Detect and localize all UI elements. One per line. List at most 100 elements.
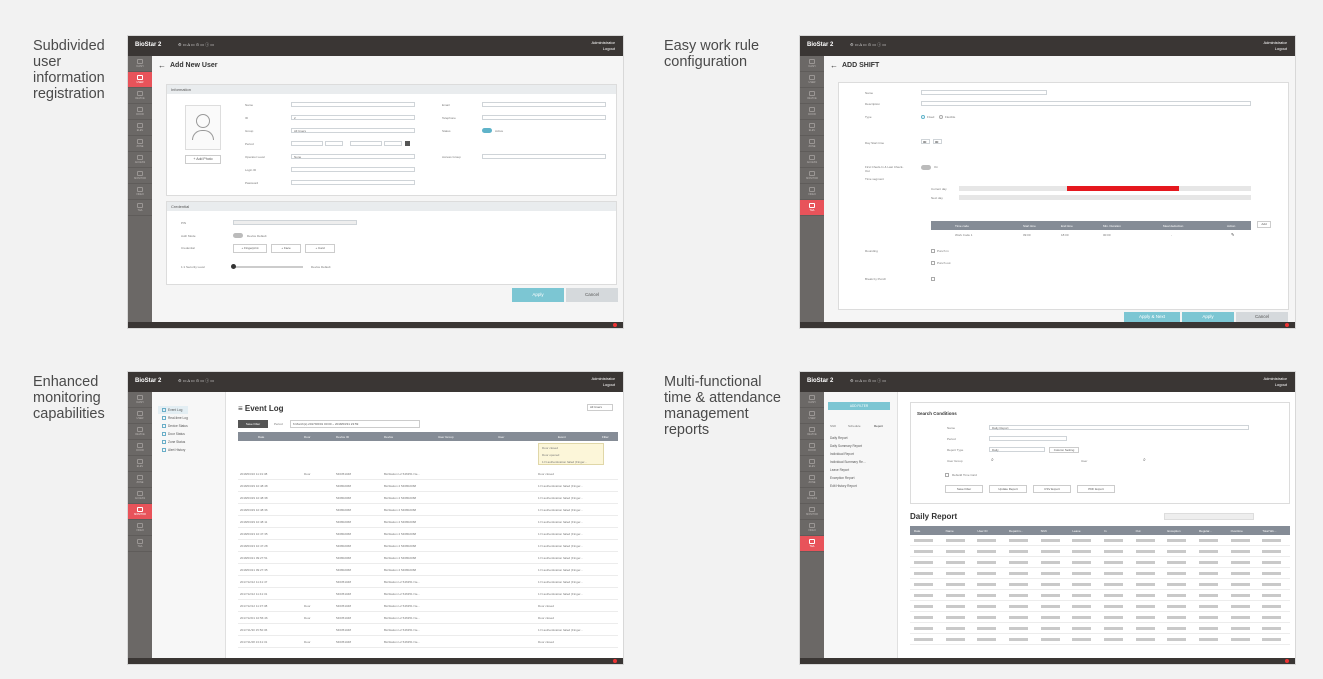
sidebar-item-monitoring[interactable]: MONITOR bbox=[128, 168, 152, 184]
report-item-exception[interactable]: Exception Report bbox=[826, 474, 866, 482]
shift-segment-bar[interactable] bbox=[1067, 186, 1179, 191]
add-segment-button[interactable]: Add bbox=[1257, 221, 1271, 228]
period-end-date[interactable] bbox=[350, 141, 382, 146]
sidebar-item-ta[interactable]: T&A bbox=[800, 200, 824, 216]
table-row[interactable]: 2018/03/29 10:48:36 546802068 BioStation 2… bbox=[238, 504, 618, 516]
group-select[interactable]: All Users bbox=[291, 128, 415, 133]
sidebar-item-user[interactable]: USER bbox=[800, 408, 824, 424]
table-row[interactable]: 2018/03/29 10:48:48 546802068 BioStation 2… bbox=[238, 480, 618, 492]
report-item-individual-summary[interactable]: Individual Summary Re... bbox=[826, 458, 866, 466]
sidebar-item-elevator[interactable]: ELEV bbox=[800, 456, 824, 472]
status-toggle[interactable] bbox=[482, 128, 492, 133]
sidebar-item-device[interactable]: DEVICE bbox=[800, 88, 824, 104]
pdf-export-button[interactable]: PDF Export bbox=[1077, 485, 1115, 493]
tab-shift[interactable]: Shift bbox=[830, 424, 836, 428]
table-row[interactable] bbox=[910, 612, 1290, 623]
period-select[interactable]: 6 Month(s) 2017/06/01 00:00 ~ 2018/03/31… bbox=[290, 420, 420, 428]
sidebar-item-elevator[interactable]: ELEV bbox=[128, 120, 152, 136]
access-group-select[interactable] bbox=[482, 154, 606, 159]
tab-schedule[interactable]: Schedule bbox=[848, 424, 861, 428]
sidebar-item-zone[interactable]: ZONE bbox=[128, 472, 152, 488]
day-start-minute[interactable]: 00 bbox=[933, 139, 942, 144]
report-item-individual[interactable]: Individual Report bbox=[826, 450, 866, 458]
alert-icon[interactable] bbox=[613, 323, 617, 327]
email-input[interactable] bbox=[482, 102, 606, 107]
sidebar-item-monitoring[interactable]: MONITOR bbox=[128, 504, 152, 520]
alert-icon[interactable] bbox=[613, 659, 617, 663]
sidebar-item-door[interactable]: DOOR bbox=[128, 440, 152, 456]
rebuild-checkbox[interactable] bbox=[945, 473, 949, 477]
sidebar-item-zone[interactable]: ZONE bbox=[800, 472, 824, 488]
add-photo-button[interactable]: + Add Photo bbox=[185, 155, 221, 164]
report-item-daily-summary[interactable]: Daily Summary Report bbox=[826, 442, 866, 450]
admin-info[interactable]: Administrator Logout bbox=[591, 376, 615, 388]
top-menu[interactable]: ⚙ ▭ Δ ▭ ⊙ ▭ ⓘ ▭ bbox=[850, 378, 886, 384]
table-row[interactable]: 2018/03/23 10:47:35 546802068 BioStation 2… bbox=[238, 528, 618, 540]
id-input[interactable]: 2 bbox=[291, 115, 415, 120]
report-type-select[interactable]: Daily bbox=[989, 447, 1045, 452]
sidebar-item-user[interactable]: USER bbox=[128, 72, 152, 88]
alert-icon[interactable] bbox=[1285, 323, 1289, 327]
table-row[interactable] bbox=[910, 546, 1290, 557]
event-filter-2[interactable]: 1:N authentication failed (Finger... bbox=[542, 460, 604, 464]
sidebar-item-door[interactable]: DOOR bbox=[800, 440, 824, 456]
apply-button[interactable]: Apply bbox=[512, 288, 564, 302]
cancel-button[interactable]: Cancel bbox=[1236, 312, 1288, 322]
day-start-hour[interactable]: 00 bbox=[921, 139, 930, 144]
period-end-time[interactable] bbox=[384, 141, 402, 146]
add-card-button[interactable]: + Card bbox=[305, 244, 335, 253]
sidebar-item-zone[interactable]: ZONE bbox=[800, 136, 824, 152]
add-fingerprint-button[interactable]: + Fingerprint bbox=[233, 244, 267, 253]
auth-mode-toggle[interactable] bbox=[233, 233, 243, 238]
sidebar-item-device[interactable]: DEVICE bbox=[128, 424, 152, 440]
menu-item-device-status[interactable]: Device Status bbox=[158, 422, 188, 430]
table-row[interactable]: 2018/03/21 09:27:51 546802068 BioStation 2… bbox=[238, 552, 618, 564]
update-report-button[interactable]: Update Report bbox=[989, 485, 1027, 493]
save-filter-button[interactable]: Save Filter bbox=[945, 485, 983, 493]
user-search-icon[interactable]: ⌕ bbox=[1143, 457, 1146, 463]
first-last-toggle[interactable] bbox=[921, 165, 931, 170]
menu-item-zone-status[interactable]: Zone Status bbox=[158, 438, 188, 446]
sidebar-item-door[interactable]: DOOR bbox=[128, 104, 152, 120]
sidebar-item-monitoring[interactable]: MONITOR bbox=[800, 168, 824, 184]
name-input[interactable] bbox=[291, 102, 415, 107]
break-by-punch-checkbox[interactable] bbox=[931, 277, 935, 281]
table-row[interactable]: 2017/12/12 11:41:31 546351048 BioStation L… bbox=[238, 588, 618, 600]
apply-button[interactable]: Apply bbox=[1182, 312, 1234, 322]
report-item-edit-history[interactable]: Edit History Report bbox=[826, 482, 866, 490]
table-row[interactable] bbox=[910, 535, 1290, 546]
sidebar-item-device[interactable]: DEVICE bbox=[800, 424, 824, 440]
shift-name-input[interactable] bbox=[921, 90, 1047, 95]
table-row[interactable] bbox=[910, 579, 1290, 590]
column-setting-button[interactable]: Column Setting bbox=[1049, 447, 1079, 453]
add-face-button[interactable]: + Face bbox=[271, 244, 301, 253]
sidebar-item-dashboard[interactable]: DASH bbox=[128, 56, 152, 72]
table-row[interactable]: 2017/12/12 11:37:38 Door 546351048 BioStati… bbox=[238, 600, 618, 612]
type-flexible-radio[interactable] bbox=[939, 115, 943, 119]
menu-item-door-status[interactable]: Door Status bbox=[158, 430, 188, 438]
sidebar-item-access[interactable]: ACCESS bbox=[128, 152, 152, 168]
sidebar-item-access[interactable]: ACCESS bbox=[800, 488, 824, 504]
admin-info[interactable]: Administrator Logout bbox=[1263, 40, 1287, 52]
table-row[interactable]: 2018/03/29 10:48:38 546802068 BioStation 2… bbox=[238, 492, 618, 504]
table-row[interactable]: 2017/11/28 13:41:31 Door 546351048 BioStati… bbox=[238, 636, 618, 648]
pin-input[interactable] bbox=[233, 220, 357, 225]
sidebar-item-user[interactable]: USER bbox=[128, 408, 152, 424]
security-level-slider[interactable] bbox=[233, 266, 303, 268]
table-row[interactable]: 2018/03/29 10:48:11 546802068 BioStation 2… bbox=[238, 516, 618, 528]
table-row[interactable] bbox=[910, 601, 1290, 612]
calendar-icon[interactable] bbox=[405, 141, 410, 146]
punch-in-checkbox[interactable] bbox=[931, 249, 935, 253]
table-row[interactable]: 2018/03/23 10:47:28 546802068 BioStation 2… bbox=[238, 540, 618, 552]
top-menu[interactable]: ⚙ ▭ Δ ▭ ⊙ ▭ ⓘ ▭ bbox=[178, 42, 214, 48]
sidebar-item-dashboard[interactable]: DASH bbox=[800, 56, 824, 72]
sidebar-item-elevator[interactable]: ELEV bbox=[128, 456, 152, 472]
admin-info[interactable]: Administrator Logout bbox=[1263, 376, 1287, 388]
tab-report[interactable]: Report bbox=[874, 424, 883, 428]
shift-description-input[interactable] bbox=[921, 101, 1251, 106]
password-input[interactable] bbox=[291, 180, 415, 185]
sidebar-item-elevator[interactable]: ELEV bbox=[800, 120, 824, 136]
top-menu[interactable]: ⚙ ▭ Δ ▭ ⊙ ▭ ⓘ ▭ bbox=[850, 42, 886, 48]
menu-item-realtime-log[interactable]: Real-time Log bbox=[158, 414, 188, 422]
sidebar-item-door[interactable]: DOOR bbox=[800, 104, 824, 120]
